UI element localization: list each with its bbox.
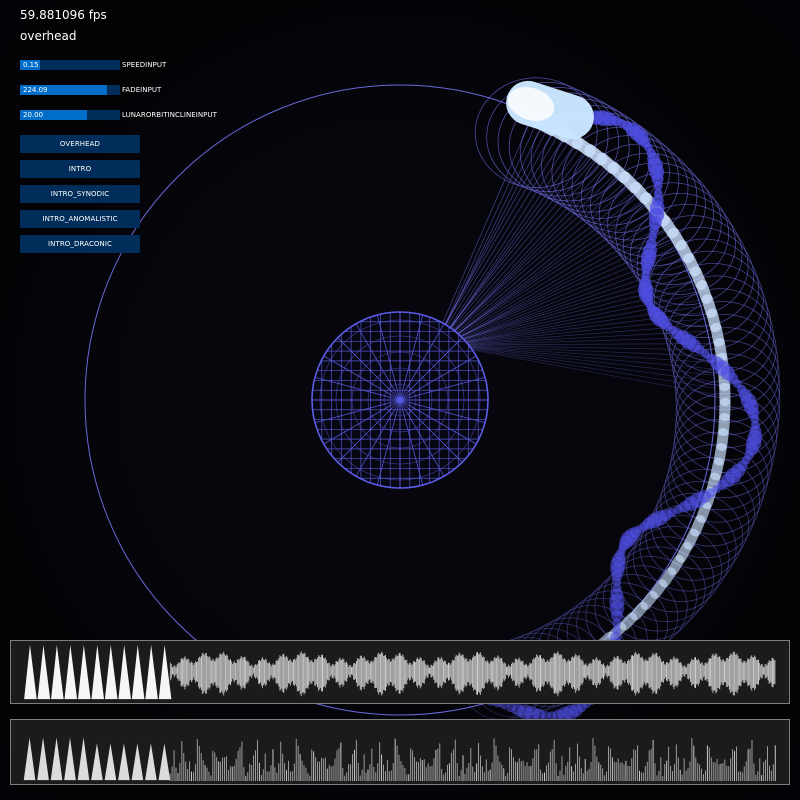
- spectrum-peak: [145, 743, 157, 781]
- spectrum-bars: [23, 737, 776, 782]
- waveform-spike: [77, 644, 91, 700]
- waveform-spike: [158, 644, 172, 700]
- waveform-spike: [51, 644, 64, 700]
- spectrum-peak: [23, 737, 36, 781]
- intro-anomalistic-button[interactable]: INTRO_ANOMALISTIC: [20, 210, 140, 228]
- spectrum-peak: [131, 743, 144, 781]
- fps-readout: 59.881096 fps: [20, 8, 107, 22]
- waveform-plot: [24, 644, 776, 700]
- waveform-spike: [91, 644, 105, 700]
- earth-wireframe-icon: [311, 311, 489, 489]
- spectrum-peak: [91, 743, 103, 781]
- speed-value: 0.15: [23, 61, 39, 69]
- fade-slider[interactable]: 224.09: [20, 85, 120, 95]
- waveform-spike: [37, 644, 51, 700]
- intro-draconic-button[interactable]: INTRO_DRACONIC: [20, 235, 140, 253]
- spectrum-peak: [77, 737, 90, 781]
- fade-control: 224.09 FADEINPUT: [20, 85, 320, 95]
- intro-synodic-button[interactable]: INTRO_SYNODIC: [20, 185, 140, 203]
- intro-button[interactable]: INTRO: [20, 160, 140, 178]
- spectrum-peak: [158, 743, 171, 781]
- overhead-button[interactable]: OVERHEAD: [20, 135, 140, 153]
- waveform-spike: [24, 644, 37, 700]
- spectrum-peak: [37, 737, 49, 781]
- waveform-spike: [64, 644, 78, 700]
- waveform-spike: [118, 644, 131, 700]
- lunar-orbit-incline-label: LUNARORBITINCLINEINPUT: [122, 111, 217, 119]
- waveform-spike: [104, 644, 118, 700]
- current-mode-label: overhead: [20, 29, 77, 43]
- spectrum-peak: [118, 743, 130, 781]
- lunar-orbit-incline-slider[interactable]: 20.00: [20, 110, 120, 120]
- spectrum-peak: [64, 737, 76, 781]
- waveform-spike: [131, 644, 145, 700]
- lunar-orbit-incline-value: 20.00: [23, 111, 44, 119]
- spectrum-peak: [104, 743, 117, 781]
- waveform-panel: [10, 640, 790, 704]
- speed-slider[interactable]: 0.15: [20, 60, 120, 70]
- waveform-spike: [145, 644, 158, 700]
- spectrum-plot: [23, 737, 776, 782]
- lunar-orbit-incline-control: 20.00 LUNARORBITINCLINEINPUT: [20, 110, 320, 120]
- spectrum-peak: [50, 737, 63, 781]
- waveform-bars: [24, 644, 776, 700]
- fade-value: 224.09: [23, 86, 48, 94]
- fade-label: FADEINPUT: [122, 86, 162, 94]
- visualization-screen: 59.881096 fps overhead 0.15 SPEEDINPUT 2…: [0, 0, 800, 800]
- speed-control: 0.15 SPEEDINPUT: [20, 60, 320, 70]
- spectrum-panel: [10, 719, 790, 785]
- speed-label: SPEEDINPUT: [122, 61, 167, 69]
